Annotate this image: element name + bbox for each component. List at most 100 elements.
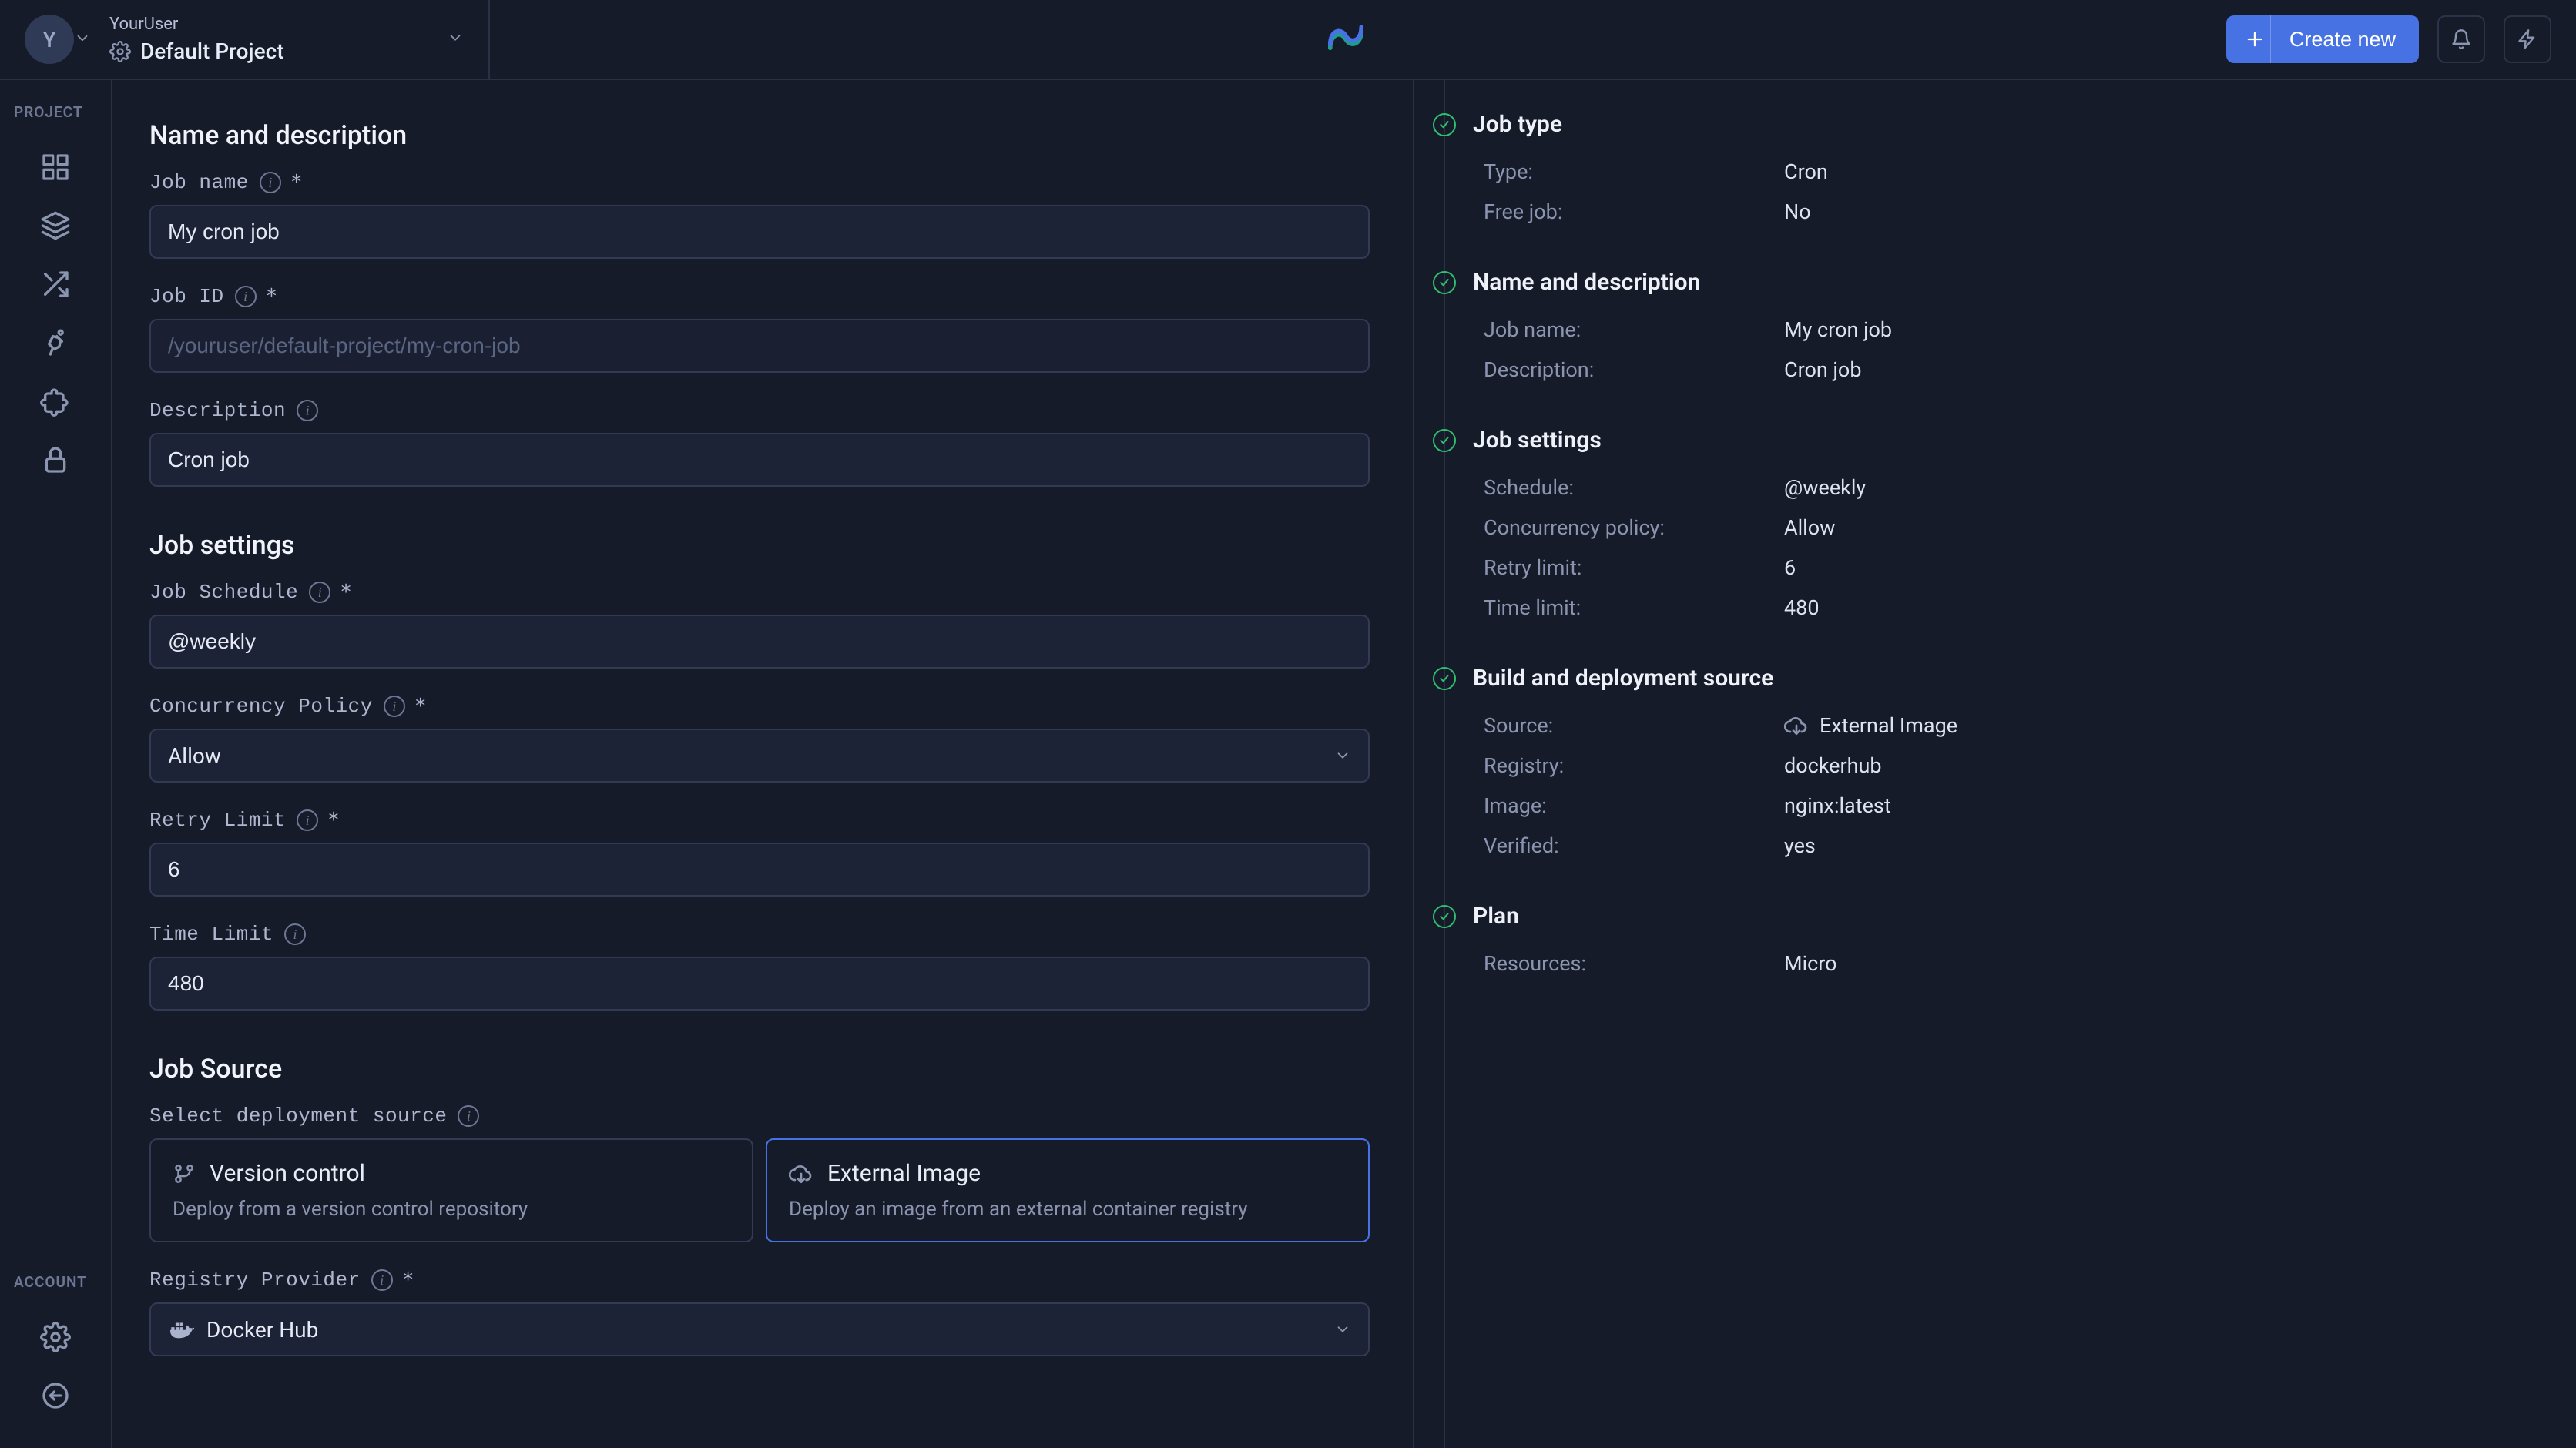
job-id-input	[149, 319, 1370, 373]
registry-provider-value: Docker Hub	[206, 1317, 318, 1342]
summary-plan: Plan Resources:Micro	[1414, 903, 2576, 1021]
sum-val: Cron job	[1784, 357, 1862, 382]
create-new-button[interactable]: Create new	[2226, 15, 2419, 63]
time-limit-input[interactable]	[149, 957, 1370, 1011]
rail-security[interactable]	[0, 431, 111, 489]
registry-provider-select[interactable]: Docker Hub	[149, 1302, 1370, 1356]
sum-val: 480	[1784, 595, 1820, 620]
retry-limit-input[interactable]	[149, 843, 1370, 897]
info-icon[interactable]: i	[284, 923, 306, 945]
check-complete-icon	[1433, 113, 1456, 136]
retry-limit-label: Retry Limit	[149, 809, 286, 832]
summary-title: Name and description	[1473, 269, 1700, 296]
info-icon[interactable]: i	[235, 286, 257, 307]
sum-val: Cron	[1784, 159, 1828, 184]
job-schedule-input[interactable]	[149, 615, 1370, 669]
summary-title: Plan	[1473, 903, 1519, 930]
running-icon	[40, 327, 71, 358]
lock-icon	[40, 444, 71, 475]
sum-val: nginx:latest	[1784, 793, 1891, 818]
rail-dashboard[interactable]	[0, 138, 111, 196]
rail-logout[interactable]	[0, 1366, 111, 1425]
summary-title: Build and deployment source	[1473, 665, 1773, 692]
quick-action-button[interactable]	[2504, 15, 2551, 63]
dashboard-icon	[40, 152, 71, 183]
info-icon[interactable]: i	[260, 172, 281, 193]
check-complete-icon	[1433, 905, 1456, 928]
job-schedule-label: Job Schedule	[149, 581, 298, 604]
rail-integrations[interactable]	[0, 372, 111, 431]
required-star: *	[414, 695, 427, 718]
check-complete-icon	[1433, 667, 1456, 690]
ext-title: External Image	[827, 1160, 981, 1187]
select-source-label: Select deployment source	[149, 1104, 447, 1128]
section-job-source: Job Source Select deployment source i Ve…	[149, 1054, 1370, 1356]
time-limit-label: Time Limit	[149, 923, 273, 946]
summary-job-type: Job type Type:Cron Free job:No	[1414, 111, 2576, 269]
ext-desc: Deploy an image from an external contain…	[789, 1198, 1347, 1221]
source-card-version-control[interactable]: Version control Deploy from a version co…	[149, 1138, 753, 1242]
required-star: *	[266, 285, 278, 308]
required-star: *	[290, 171, 303, 194]
section-title: Name and description	[149, 120, 1370, 151]
job-name-input[interactable]	[149, 205, 1370, 259]
avatar[interactable]: Y	[25, 15, 74, 64]
gear-icon	[109, 41, 131, 62]
source-card-external-image[interactable]: External Image Deploy an image from an e…	[766, 1138, 1370, 1242]
bell-icon	[2450, 28, 2472, 50]
sum-val: 6	[1784, 555, 1796, 580]
section-title: Job Source	[149, 1054, 1370, 1084]
info-icon[interactable]: i	[371, 1269, 393, 1291]
description-input[interactable]	[149, 433, 1370, 487]
sum-val: My cron job	[1784, 317, 1892, 342]
concurrency-policy-select[interactable]: Allow	[149, 729, 1370, 783]
avatar-initial: Y	[42, 27, 55, 52]
info-icon[interactable]: i	[297, 809, 318, 831]
sum-val: Micro	[1784, 951, 1837, 976]
sum-key: Description:	[1484, 357, 1784, 382]
summary-title: Job settings	[1473, 427, 1602, 454]
docker-icon	[168, 1316, 194, 1342]
sum-val: External Image	[1784, 713, 1957, 738]
sum-key: Job name:	[1484, 317, 1784, 342]
summary-name-desc: Name and description Job name:My cron jo…	[1414, 269, 2576, 427]
cloud-download-icon	[1784, 713, 1809, 738]
vcs-desc: Deploy from a version control repository	[173, 1198, 730, 1221]
chevron-down-icon	[1334, 747, 1351, 764]
info-icon[interactable]: i	[384, 696, 405, 717]
rail-shuffle[interactable]	[0, 255, 111, 313]
shuffle-icon	[40, 269, 71, 300]
info-icon[interactable]: i	[458, 1105, 479, 1127]
branch-icon	[173, 1162, 196, 1185]
sum-key: Schedule:	[1484, 475, 1784, 500]
chevron-down-icon	[74, 27, 91, 52]
vcs-title: Version control	[210, 1160, 365, 1187]
user-project-switcher[interactable]: Y YourUser Default Project	[0, 0, 490, 79]
nav-rail: PROJECT ACCOUNT	[0, 80, 112, 1448]
top-bar: Y YourUser Default Project Create new	[0, 0, 2576, 80]
plus-icon	[2240, 15, 2271, 63]
logout-icon	[40, 1380, 71, 1411]
rail-jobs[interactable]	[0, 313, 111, 372]
rail-section-account: ACCOUNT	[0, 1273, 111, 1308]
app-logo-icon	[1325, 18, 1367, 60]
gear-icon	[40, 1322, 71, 1352]
concurrency-policy-value: Allow	[168, 743, 221, 769]
sum-key: Free job:	[1484, 199, 1784, 224]
job-name-label: Job name	[149, 171, 249, 194]
sum-key: Registry:	[1484, 753, 1784, 778]
job-id-label: Job ID	[149, 285, 224, 308]
sum-key: Image:	[1484, 793, 1784, 818]
notifications-button[interactable]	[2437, 15, 2485, 63]
sum-val: dockerhub	[1784, 753, 1882, 778]
form-column: Name and description Job name i * Job ID…	[112, 80, 1413, 1448]
info-icon[interactable]: i	[309, 582, 330, 603]
info-icon[interactable]: i	[297, 400, 318, 421]
username-label: YourUser	[109, 15, 284, 34]
rail-settings[interactable]	[0, 1308, 111, 1366]
sum-key: Retry limit:	[1484, 555, 1784, 580]
sum-key: Source:	[1484, 713, 1784, 738]
sum-val: @weekly	[1784, 475, 1866, 500]
lightning-icon	[2517, 28, 2538, 50]
rail-layers[interactable]	[0, 196, 111, 255]
